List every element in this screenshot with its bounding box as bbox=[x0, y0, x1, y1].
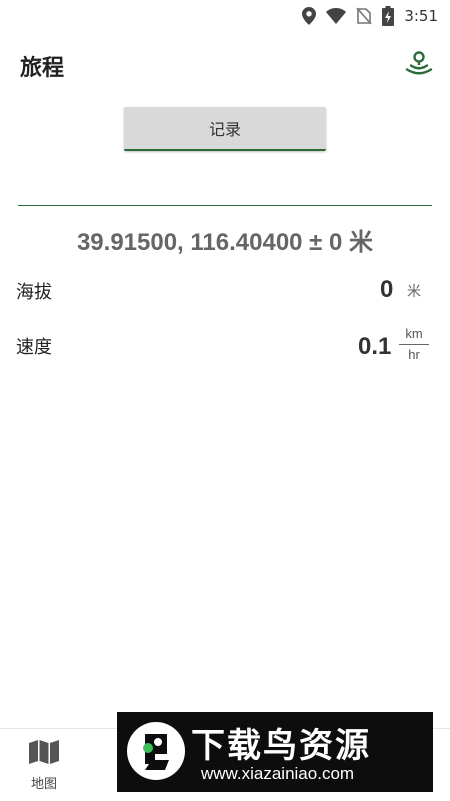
altitude-row: 海拔 0 米 bbox=[0, 270, 450, 310]
page-title: 旅程 bbox=[20, 56, 65, 81]
location-pin-icon bbox=[302, 7, 317, 25]
battery-charging-icon bbox=[382, 6, 395, 26]
speed-unit-denominator: hr bbox=[408, 347, 420, 362]
speed-unit: km hr bbox=[399, 326, 429, 363]
speed-label: 速度 bbox=[16, 337, 52, 358]
nav-item-map[interactable]: 地图 bbox=[12, 739, 76, 797]
watermark-url: www.xiazainiao.com bbox=[201, 764, 355, 783]
altitude-label: 海拔 bbox=[16, 282, 52, 303]
coordinates-display: 39.91500, 116.40400 ± 0 米 bbox=[76, 229, 374, 256]
wifi-icon bbox=[326, 8, 347, 24]
location-signal-button[interactable] bbox=[402, 48, 436, 82]
record-button[interactable]: 记录 bbox=[124, 107, 326, 151]
speed-unit-numerator: km bbox=[405, 326, 423, 341]
no-sim-icon bbox=[356, 7, 372, 25]
nav-item-map-label: 地图 bbox=[30, 777, 57, 792]
altitude-unit: 米 bbox=[407, 284, 421, 300]
watermark-title: 下载鸟资源 bbox=[191, 726, 371, 766]
speed-row: 速度 0.1 km hr bbox=[0, 325, 450, 365]
divider bbox=[18, 205, 432, 206]
bird-logo-icon bbox=[125, 720, 187, 782]
speed-value: 0.1 bbox=[358, 333, 392, 360]
location-signal-icon bbox=[404, 48, 434, 82]
speed-unit-fraction-bar bbox=[399, 344, 429, 345]
status-bar: 3:51 bbox=[0, 0, 450, 32]
altitude-value: 0 bbox=[380, 276, 394, 303]
status-time: 3:51 bbox=[404, 7, 438, 25]
watermark-banner: 下载鸟资源 www.xiazainiao.com bbox=[117, 712, 433, 792]
map-icon bbox=[28, 739, 60, 769]
app-bar: 旅程 bbox=[0, 44, 450, 90]
